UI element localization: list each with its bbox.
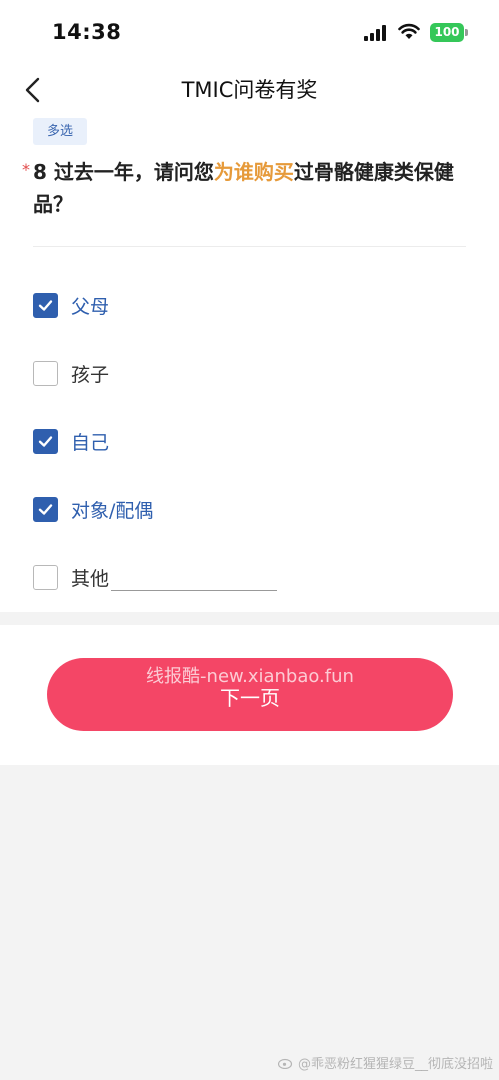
- other-text-input[interactable]: [111, 563, 278, 591]
- check-icon: [38, 503, 53, 515]
- option-parents[interactable]: 父母: [33, 290, 109, 320]
- wifi-icon: [398, 23, 420, 39]
- signal-icon: [364, 25, 390, 41]
- required-mark: *: [22, 160, 30, 179]
- checkbox[interactable]: [33, 496, 58, 522]
- divider: [33, 246, 466, 247]
- checkbox[interactable]: [33, 564, 58, 590]
- page-title: TMIC问卷有奖: [181, 78, 318, 102]
- option-label: 父母: [71, 295, 110, 318]
- nav-bar: TMIC问卷有奖: [0, 66, 499, 114]
- question-type-tag: 多选: [33, 118, 88, 145]
- question-text-part: 8 过去一年，请问您: [33, 160, 214, 184]
- option-other[interactable]: 其他: [33, 562, 278, 592]
- checkbox[interactable]: [33, 428, 58, 454]
- checkbox[interactable]: [33, 360, 58, 386]
- question-panel: 多选 * 8 过去一年，请问您为谁购买过骨骼健康类保健品？ 父母 孩子 自己 对象…: [0, 114, 499, 612]
- question-text: * 8 过去一年，请问您为谁购买过骨骼健康类保健品？: [22, 156, 473, 220]
- status-time: 14:38: [52, 20, 122, 44]
- option-label: 孩子: [71, 363, 110, 386]
- status-bar: 14:38 100: [0, 0, 499, 66]
- battery-icon: 100: [430, 23, 464, 42]
- footer: 线报酷-new.xianbao.fun 下一页: [0, 625, 499, 765]
- battery-tip: [465, 29, 468, 36]
- next-page-label: 下一页: [220, 686, 280, 710]
- corner-watermark: @乖恶粉红猩猩绿豆__彻底没招啦: [277, 1053, 493, 1072]
- question-highlight: 为谁购买: [213, 160, 294, 184]
- option-self[interactable]: 自己: [33, 426, 109, 456]
- option-label: 自己: [71, 431, 110, 454]
- option-label: 对象/配偶: [71, 499, 154, 522]
- weibo-icon: [277, 1058, 293, 1069]
- next-page-button[interactable]: 线报酷-new.xianbao.fun 下一页: [47, 658, 453, 731]
- option-children[interactable]: 孩子: [33, 358, 109, 388]
- check-icon: [38, 435, 53, 447]
- option-spouse[interactable]: 对象/配偶: [33, 494, 153, 524]
- corner-watermark-text: @乖恶粉红猩猩绿豆__彻底没招啦: [297, 1057, 493, 1072]
- checkbox[interactable]: [33, 292, 58, 318]
- check-icon: [38, 299, 53, 311]
- option-label: 其他: [71, 567, 110, 590]
